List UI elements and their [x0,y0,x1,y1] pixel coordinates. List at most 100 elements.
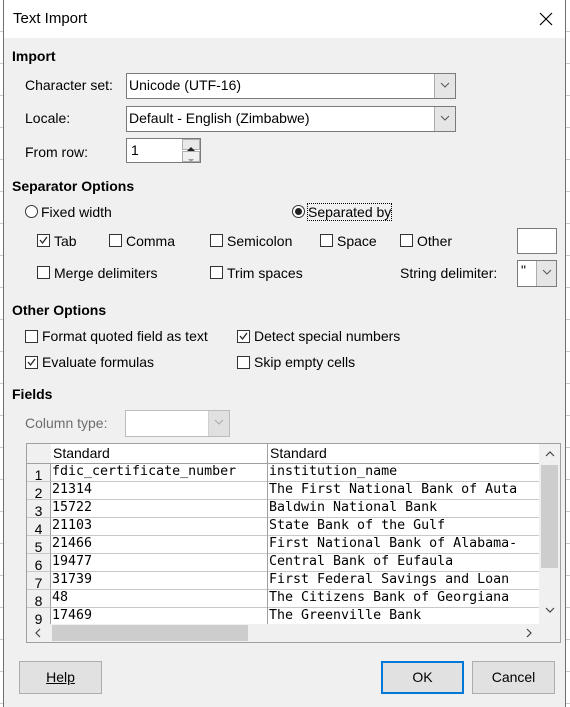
trim-spaces-checkbox[interactable] [210,266,223,279]
other-label[interactable]: Other [417,233,452,249]
separated-by-radio[interactable] [292,205,305,218]
spin-down-button[interactable] [182,151,200,162]
row-number: 4 [27,518,51,537]
chevron-down-icon [440,115,450,121]
grid-cell: First National Bank of Alabama- [268,536,539,554]
row-number: 8 [27,590,51,609]
close-button[interactable] [533,6,559,32]
grid-cell: 15722 [51,500,267,518]
character-set-label: Character set: [25,77,113,93]
scroll-right-button[interactable] [521,625,537,641]
grid-cell: 21103 [51,518,267,536]
ok-button[interactable]: OK [381,661,464,694]
locale-dropdown-button[interactable] [434,107,455,131]
grid-cell: Central Bank of Eufaula [268,554,539,572]
grid-cell: 48 [51,590,267,608]
other-separator-input[interactable] [517,228,557,254]
fixed-width-label[interactable]: Fixed width [41,204,112,220]
triangle-down-icon [188,159,194,162]
character-set-dropdown-button[interactable] [434,74,455,98]
format-quoted-label[interactable]: Format quoted field as text [42,328,208,344]
grid-cell: First Federal Savings and Loan [268,572,539,590]
string-delimiter-select[interactable]: " [517,260,557,287]
locale-select[interactable]: Default - English (Zimbabwe) [126,106,456,132]
grid-cell: State Bank of the Gulf [268,518,539,536]
fields-heading: Fields [12,386,53,402]
evaluate-formulas-label[interactable]: Evaluate formulas [42,354,154,370]
other-options-heading: Other Options [12,302,107,318]
from-row-spinner[interactable]: 1 [126,138,201,163]
row-number: 1 [27,464,51,483]
evaluate-formulas-checkbox[interactable] [25,356,38,369]
help-button[interactable]: Help [19,661,102,694]
comma-label[interactable]: Comma [126,233,175,249]
grid-cell: Baldwin National Bank [268,500,539,518]
merge-delimiters-label[interactable]: Merge delimiters [54,265,157,281]
grid-cell: The Citizens Bank of Georgiana [268,590,539,608]
checkmark-icon [39,236,48,245]
horizontal-scrollbar[interactable] [27,624,560,642]
column-header[interactable]: Standard [51,444,267,464]
chevron-down-icon [440,82,450,88]
column-header-label: Standard [270,445,327,461]
string-delimiter-label: String delimiter: [400,265,498,281]
grid-cell: 31739 [51,572,267,590]
space-label[interactable]: Space [337,233,377,249]
column-header-label: Standard [53,445,110,461]
locale-label: Locale: [25,110,71,126]
row-number: 6 [27,554,51,573]
other-checkbox[interactable] [400,234,413,247]
row-number: 3 [27,500,51,519]
column-header[interactable]: Standard [267,444,540,464]
merge-delimiters-checkbox[interactable] [37,266,50,279]
import-heading: Import [12,48,56,64]
column-type-select[interactable] [125,410,230,437]
space-checkbox[interactable] [320,234,333,247]
scroll-down-button[interactable] [542,602,558,618]
grid-cell: 21314 [51,482,267,500]
chevron-left-icon [35,628,41,638]
grid-cell: institution_name [268,464,539,482]
spin-up-button[interactable] [182,139,200,151]
vertical-scrollbar[interactable] [539,444,560,624]
scroll-left-button[interactable] [30,625,46,641]
detect-special-numbers-checkbox[interactable] [237,330,250,343]
close-icon [539,12,553,26]
corner-header [27,444,52,464]
scroll-up-button[interactable] [542,446,558,462]
chevron-up-icon [545,451,555,457]
vertical-scroll-thumb[interactable] [541,465,558,568]
separated-by-label[interactable]: Separated by [306,203,393,221]
checkmark-icon [239,332,248,341]
character-set-select[interactable]: Unicode (UTF-16) [126,73,456,99]
string-delimiter-dropdown-button[interactable] [536,261,556,286]
tab-checkbox[interactable] [37,234,50,247]
trim-spaces-label[interactable]: Trim spaces [227,265,303,281]
fixed-width-radio[interactable] [25,205,38,218]
from-row-label: From row: [25,144,88,160]
from-row-value: 1 [131,142,139,158]
chevron-down-icon [545,607,555,613]
skip-empty-cells-checkbox[interactable] [237,356,250,369]
comma-checkbox[interactable] [109,234,122,247]
format-quoted-checkbox[interactable] [25,330,38,343]
cancel-button[interactable]: Cancel [472,661,555,694]
detect-special-numbers-label[interactable]: Detect special numbers [254,328,400,344]
row-number: 5 [27,536,51,555]
cancel-button-label: Cancel [491,669,536,685]
grid-cell: 19477 [51,554,267,572]
locale-value: Default - English (Zimbabwe) [129,110,310,126]
preview-grid: Standard Standard 1 fdic_certificate_numb… [26,443,561,643]
checkmark-icon [27,358,36,367]
horizontal-scroll-thumb[interactable] [52,625,248,641]
chevron-right-icon [526,628,532,638]
separator-options-heading: Separator Options [12,178,135,194]
chevron-down-icon [542,269,552,275]
text-import-dialog: Text Import Import Character set: Unicod… [3,0,566,707]
semicolon-checkbox[interactable] [210,234,223,247]
semicolon-label[interactable]: Semicolon [227,233,292,249]
row-number: 7 [27,572,51,591]
skip-empty-cells-label[interactable]: Skip empty cells [254,354,355,370]
tab-label[interactable]: Tab [54,233,77,249]
column-type-dropdown-button[interactable] [208,411,229,436]
